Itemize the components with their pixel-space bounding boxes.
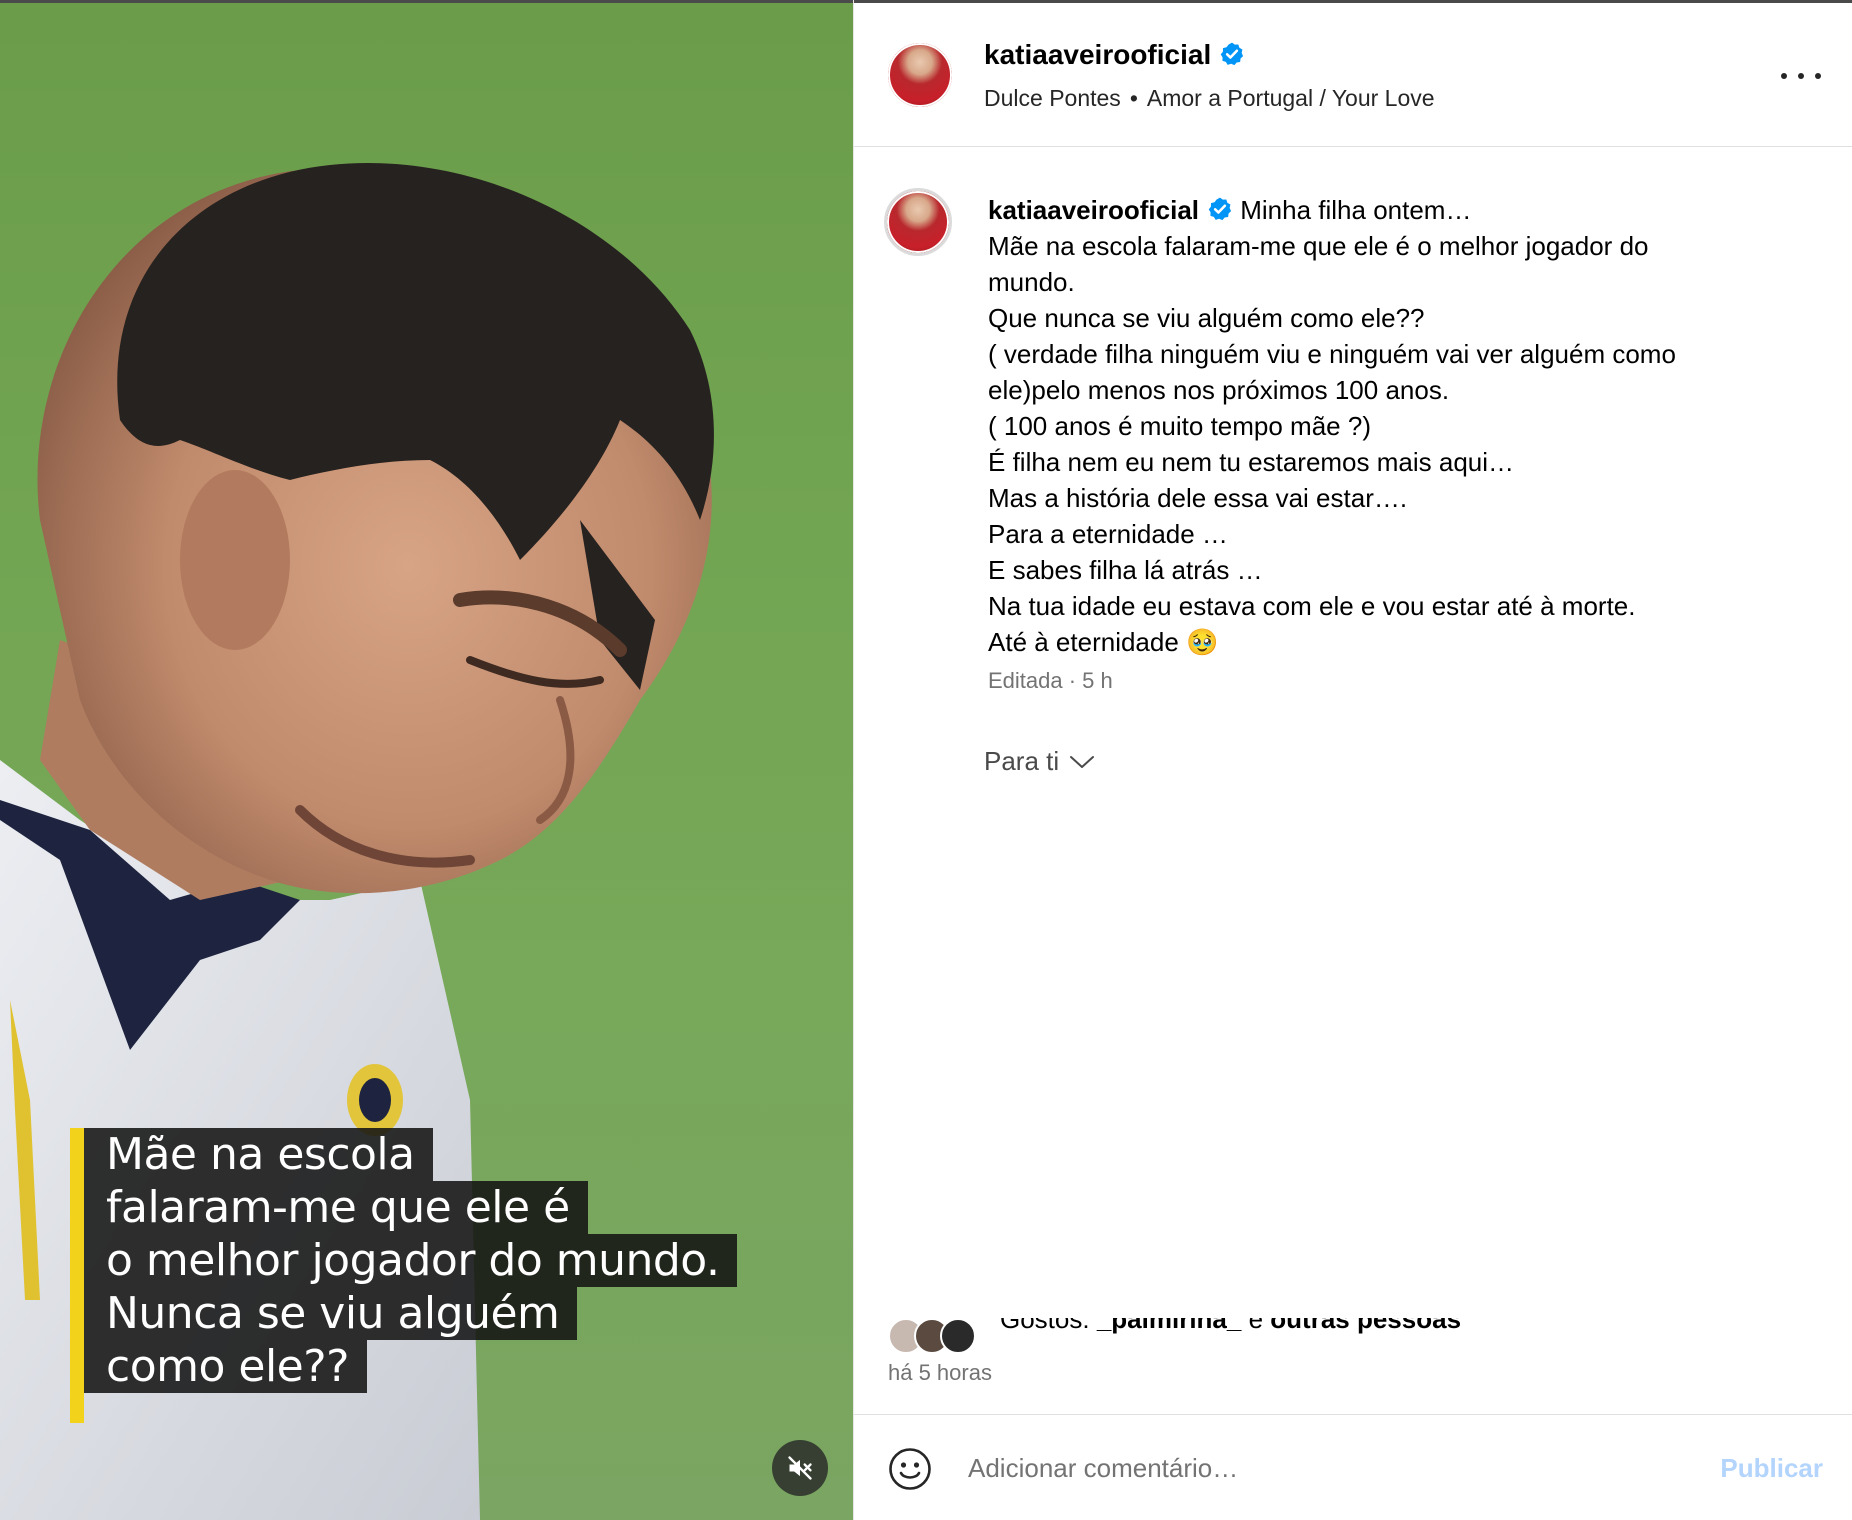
caption-line: Para a eternidade … — [988, 519, 1228, 549]
caption-line: mundo. — [988, 267, 1075, 297]
post-video[interactable]: Mãe na escola falaram-me que ele é o mel… — [0, 0, 853, 1520]
caption-line: ele)pelo menos nos próximos 100 anos. — [988, 375, 1450, 405]
more-options-icon — [1798, 73, 1804, 79]
publish-comment-button[interactable]: Publicar — [1720, 1453, 1823, 1484]
author-username: katiaaveirooficial — [984, 39, 1212, 70]
feed-filter-dropdown[interactable]: Para ti — [984, 746, 1095, 777]
caption-meta: Editada · 5 h — [988, 668, 1113, 693]
liker-avatar — [940, 1318, 976, 1352]
liker-avatars — [888, 1318, 988, 1352]
subtitle-line: falaram-me que ele é — [84, 1181, 588, 1234]
video-subtitles: Mãe na escola falaram-me que ele é o mel… — [70, 1128, 770, 1423]
more-options-icon — [1815, 73, 1821, 79]
subtitle-line: como ele?? — [84, 1340, 367, 1393]
caption-text: katiaaveirooficial Minha filha ontem… Mã… — [988, 192, 1818, 660]
caption-line: ( 100 anos é muito tempo mãe ?) — [988, 411, 1371, 441]
liker-username[interactable]: _palmirina_ — [1097, 1318, 1242, 1334]
likes-summary[interactable]: Gostos: _palmirina_ e outras pessoas — [888, 1318, 1688, 1352]
unmute-button[interactable] — [772, 1440, 828, 1496]
post-details-panel: katiaaveirooficial Dulce Pontes • Amor a P… — [853, 0, 1852, 1520]
caption-line: Que nunca se viu alguém como ele?? — [988, 303, 1425, 333]
subtitle-line: Mãe na escola — [84, 1128, 433, 1181]
more-options-button[interactable] — [1781, 61, 1821, 91]
emoji-smile-icon[interactable] — [888, 1447, 932, 1491]
audio-attribution[interactable]: Dulce Pontes • Amor a Portugal / Your Love — [984, 85, 1435, 112]
author-username-link[interactable]: katiaaveirooficial — [984, 39, 1245, 71]
likes-conjunction: e — [1248, 1318, 1264, 1334]
caption-line: ( verdade filha ninguém viu e ninguém va… — [988, 339, 1676, 369]
feed-filter-label: Para ti — [984, 746, 1060, 776]
caption-author-username[interactable]: katiaaveirooficial — [988, 195, 1233, 225]
caption-line: E sabes filha lá atrás … — [988, 555, 1263, 585]
audio-separator: • — [1129, 85, 1138, 111]
likes-others-link[interactable]: outras pessoas — [1270, 1318, 1461, 1334]
post-timestamp[interactable]: há 5 horas — [888, 1360, 992, 1386]
comment-input[interactable] — [968, 1443, 1668, 1493]
caption-line: É filha nem eu nem tu estaremos mais aqu… — [988, 447, 1515, 477]
caption-first-line: Minha filha ontem… — [1240, 195, 1472, 225]
audio-artist: Dulce Pontes — [984, 85, 1121, 111]
speaker-muted-icon — [788, 1456, 812, 1480]
likes-prefix: Gostos: — [1000, 1318, 1090, 1334]
caption-line: Até à eternidade 🥹 — [988, 627, 1219, 657]
chevron-down-icon — [1070, 755, 1095, 768]
verified-badge-icon — [1208, 197, 1232, 221]
caption-line: Mãe na escola falaram-me que ele é o mel… — [988, 231, 1649, 261]
caption-author-avatar[interactable] — [884, 188, 952, 256]
subtitle-line: Nunca se viu alguém — [84, 1287, 578, 1340]
caption-username-text: katiaaveirooficial — [988, 195, 1199, 225]
more-options-icon — [1781, 73, 1787, 79]
subtitle-line: o melhor jogador do mundo. — [84, 1234, 738, 1287]
audio-track: Amor a Portugal / Your Love — [1146, 85, 1435, 111]
post-header: katiaaveirooficial Dulce Pontes • Amor a P… — [854, 3, 1852, 147]
likes-text: Gostos: _palmirina_ e outras pessoas — [1000, 1318, 1461, 1335]
subtitle-accent-bar — [70, 1128, 84, 1423]
comment-bar: Publicar — [854, 1414, 1852, 1520]
caption-line: Na tua idade eu estava com ele e vou est… — [988, 591, 1636, 621]
author-avatar[interactable] — [888, 43, 952, 107]
verified-badge-icon — [1220, 42, 1244, 66]
caption-line: Mas a história dele essa vai estar…. — [988, 483, 1408, 513]
